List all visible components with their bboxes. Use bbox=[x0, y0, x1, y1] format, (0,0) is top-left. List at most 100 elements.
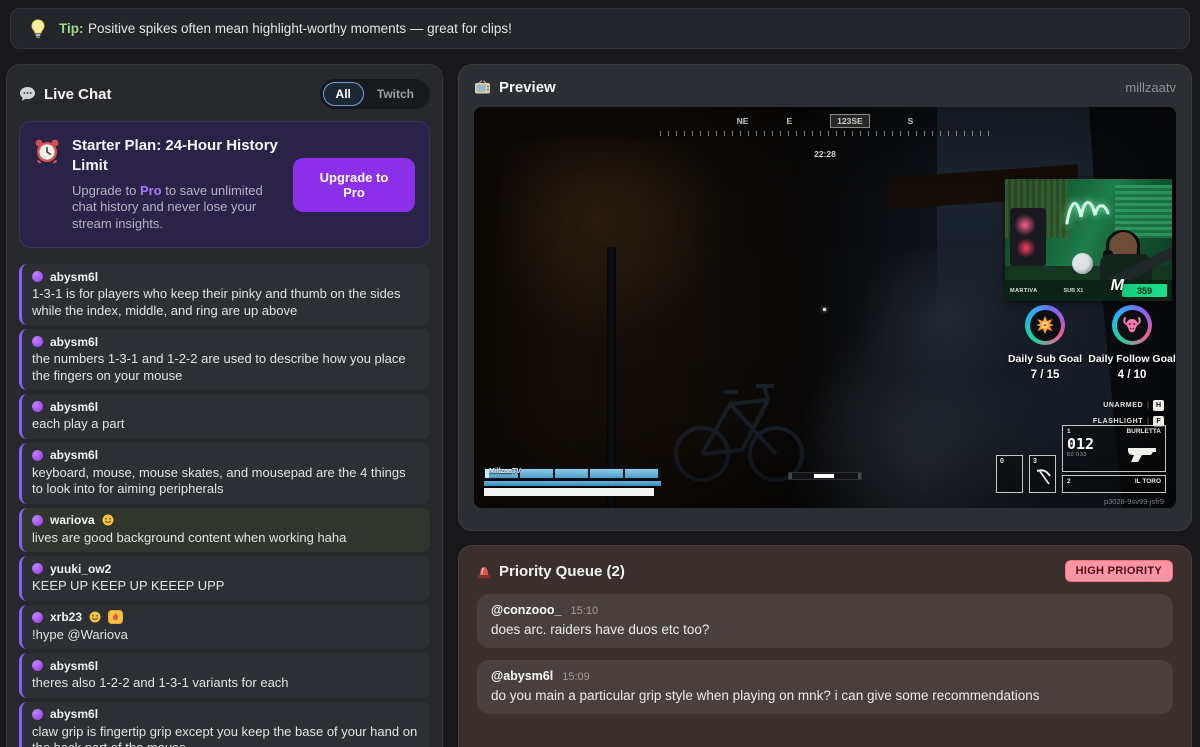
chat-bubble-icon bbox=[19, 86, 36, 102]
chat-message-text: lives are good background content when w… bbox=[32, 530, 420, 547]
pistol-icon bbox=[1127, 445, 1159, 463]
chat-username: yuuki_ow2 bbox=[50, 562, 111, 576]
banner-body-highlight: Pro bbox=[140, 183, 162, 198]
sub-goal-icon bbox=[1035, 315, 1055, 335]
primary-weapon-slot: 1 BURLETTA 012 60 033 bbox=[1062, 425, 1166, 472]
build-id: p3028-9sv99-jsfr9 bbox=[1104, 497, 1164, 506]
avatar bbox=[32, 660, 43, 671]
avatar bbox=[32, 709, 43, 720]
siren-icon bbox=[477, 564, 491, 579]
chat-filter-pill: All Twitch bbox=[320, 79, 430, 109]
unarmed-label: UNARMED bbox=[1103, 402, 1143, 409]
banner-body: Upgrade to Pro to save unlimited chat hi… bbox=[72, 183, 281, 234]
avatar bbox=[32, 401, 43, 412]
secondary-slot-number: 2 bbox=[1067, 478, 1071, 485]
chat-message-text: claw grip is fingertip grip except you k… bbox=[32, 724, 420, 747]
chat-message-text: !hype @Wariova bbox=[32, 627, 420, 644]
flashlight-label: FLASHLIGHT bbox=[1093, 418, 1143, 425]
tv-icon bbox=[474, 80, 491, 95]
follow-goal-label: Daily Follow Goal bbox=[1088, 353, 1176, 365]
chat-username: abysm6l bbox=[50, 659, 98, 673]
chat-message-text: KEEP UP KEEP UP KEEEP UPP bbox=[32, 578, 420, 595]
follow-goal-icon bbox=[1122, 315, 1142, 335]
tip-text: Positive spikes often mean highlight-wor… bbox=[88, 21, 512, 36]
preview-panel: Preview millzaatv NE E 123SE S bbox=[458, 64, 1192, 531]
chat-username: wariova bbox=[50, 513, 95, 527]
avatar bbox=[32, 271, 43, 282]
live-chat-title: Live Chat bbox=[44, 86, 112, 103]
upgrade-banner: Starter Plan: 24-Hour History Limit Upgr… bbox=[19, 121, 430, 248]
stream-preview-video[interactable]: NE E 123SE S 22:28 bbox=[474, 107, 1176, 508]
chat-message-list[interactable]: abysm6l 1-3-1 is for players who keep th… bbox=[19, 264, 430, 747]
filter-twitch-button[interactable]: Twitch bbox=[364, 82, 427, 106]
avatar bbox=[32, 563, 43, 574]
chat-message: xrb23 !hype @Wariova bbox=[19, 605, 430, 650]
queue-item: @abysm6l 15:09 do you main a particular … bbox=[477, 660, 1173, 714]
chat-message-text: each play a part bbox=[32, 416, 420, 433]
stamina-bar bbox=[788, 472, 862, 480]
webcam-info-bar: MARTIVA SUB X1 M 359 bbox=[1005, 280, 1172, 301]
slot-number: 0 bbox=[1000, 458, 1004, 465]
queue-username: @conzooo_ bbox=[491, 603, 562, 617]
live-chat-panel: Live Chat All Twitch Starter Plan: 24-Ho… bbox=[6, 64, 443, 747]
webcam-pc-tower bbox=[1010, 208, 1046, 266]
gadget-slot-0: 0 bbox=[996, 455, 1023, 493]
health-bar bbox=[484, 488, 654, 496]
game-clock: 22:28 bbox=[474, 149, 1176, 159]
stamina-fill bbox=[814, 474, 833, 478]
hint-separator: | bbox=[1147, 402, 1149, 409]
webcam-video bbox=[1005, 179, 1172, 280]
primary-slot-number: 1 bbox=[1067, 428, 1071, 435]
chat-username: abysm6l bbox=[50, 335, 98, 349]
channel-name: millzaatv bbox=[1125, 80, 1176, 95]
chat-message: abysm6l keyboard, mouse, mouse skates, a… bbox=[19, 443, 430, 504]
lightbulb-icon bbox=[31, 19, 45, 39]
secondary-weapon-slot: 2 IL TORO bbox=[1062, 475, 1166, 493]
chat-username: abysm6l bbox=[50, 707, 98, 721]
chat-message: yuuki_ow2 KEEP UP KEEP UP KEEEP UPP bbox=[19, 556, 430, 601]
upgrade-to-pro-button[interactable]: Upgrade to Pro bbox=[293, 158, 415, 212]
chat-username: abysm6l bbox=[50, 270, 98, 284]
banner-title: Starter Plan: 24-Hour History Limit bbox=[72, 136, 281, 177]
priority-queue-title: Priority Queue (2) bbox=[499, 563, 625, 580]
unarmed-hint: UNARMED | H bbox=[1103, 400, 1164, 411]
tip-label: Tip: bbox=[59, 21, 84, 36]
compass-nw: NE bbox=[737, 116, 749, 126]
chat-username: abysm6l bbox=[50, 448, 98, 462]
slot-number: 3 bbox=[1033, 458, 1037, 465]
player-status-bars: MillzaaTV bbox=[484, 468, 661, 496]
webcam-counter-badge: 359 bbox=[1122, 284, 1167, 297]
chat-message-text: the numbers 1-3-1 and 1-2-2 are used to … bbox=[32, 351, 420, 384]
follow-goal-ring bbox=[1112, 305, 1152, 345]
queue-timestamp: 15:10 bbox=[571, 605, 599, 617]
pickaxe-icon bbox=[1034, 467, 1052, 487]
shield-bar-secondary bbox=[484, 481, 661, 486]
queue-message-text: does arc. raiders have duos etc too? bbox=[491, 622, 1159, 637]
player-name: MillzaaTV bbox=[489, 468, 521, 475]
fire-badge-icon bbox=[108, 610, 123, 624]
chat-message: abysm6l 1-3-1 is for players who keep th… bbox=[19, 264, 430, 325]
hint-separator: | bbox=[1147, 418, 1149, 425]
m-logo: M bbox=[1111, 277, 1124, 295]
preview-header: Preview millzaatv bbox=[474, 79, 1176, 96]
compass-s: S bbox=[908, 116, 914, 126]
banner-body-prefix: Upgrade to bbox=[72, 183, 140, 198]
queue-username: @abysm6l bbox=[491, 669, 553, 683]
daily-sub-goal: Daily Sub Goal 7 / 15 bbox=[1005, 305, 1085, 381]
follow-goal-value: 4 / 10 bbox=[1118, 369, 1147, 381]
sub-goal-value: 7 / 15 bbox=[1031, 369, 1060, 381]
chat-message: wariova lives are good background conten… bbox=[19, 508, 430, 553]
weapon-column: 1 BURLETTA 012 60 033 2 IL TORO bbox=[1062, 425, 1166, 493]
chat-message: abysm6l claw grip is fingertip grip exce… bbox=[19, 702, 430, 747]
webcam-overlay: MARTIVA SUB X1 M 359 bbox=[1005, 179, 1172, 301]
live-chat-header: Live Chat All Twitch bbox=[19, 79, 430, 109]
chat-message: abysm6l the numbers 1-3-1 and 1-2-2 are … bbox=[19, 329, 430, 390]
microphone-icon bbox=[1072, 253, 1093, 274]
stream-goals: Daily Sub Goal 7 / 15 bbox=[1005, 305, 1172, 381]
primary-weapon-name: BURLETTA bbox=[1126, 428, 1161, 435]
sub-goal-label: Daily Sub Goal bbox=[1008, 353, 1082, 365]
smiley-badge-icon bbox=[102, 514, 114, 526]
queue-item: @conzooo_ 15:10 does arc. raiders have d… bbox=[477, 594, 1173, 648]
banner-text-block: Starter Plan: 24-Hour History Limit Upgr… bbox=[72, 136, 281, 233]
filter-all-button[interactable]: All bbox=[323, 82, 364, 106]
